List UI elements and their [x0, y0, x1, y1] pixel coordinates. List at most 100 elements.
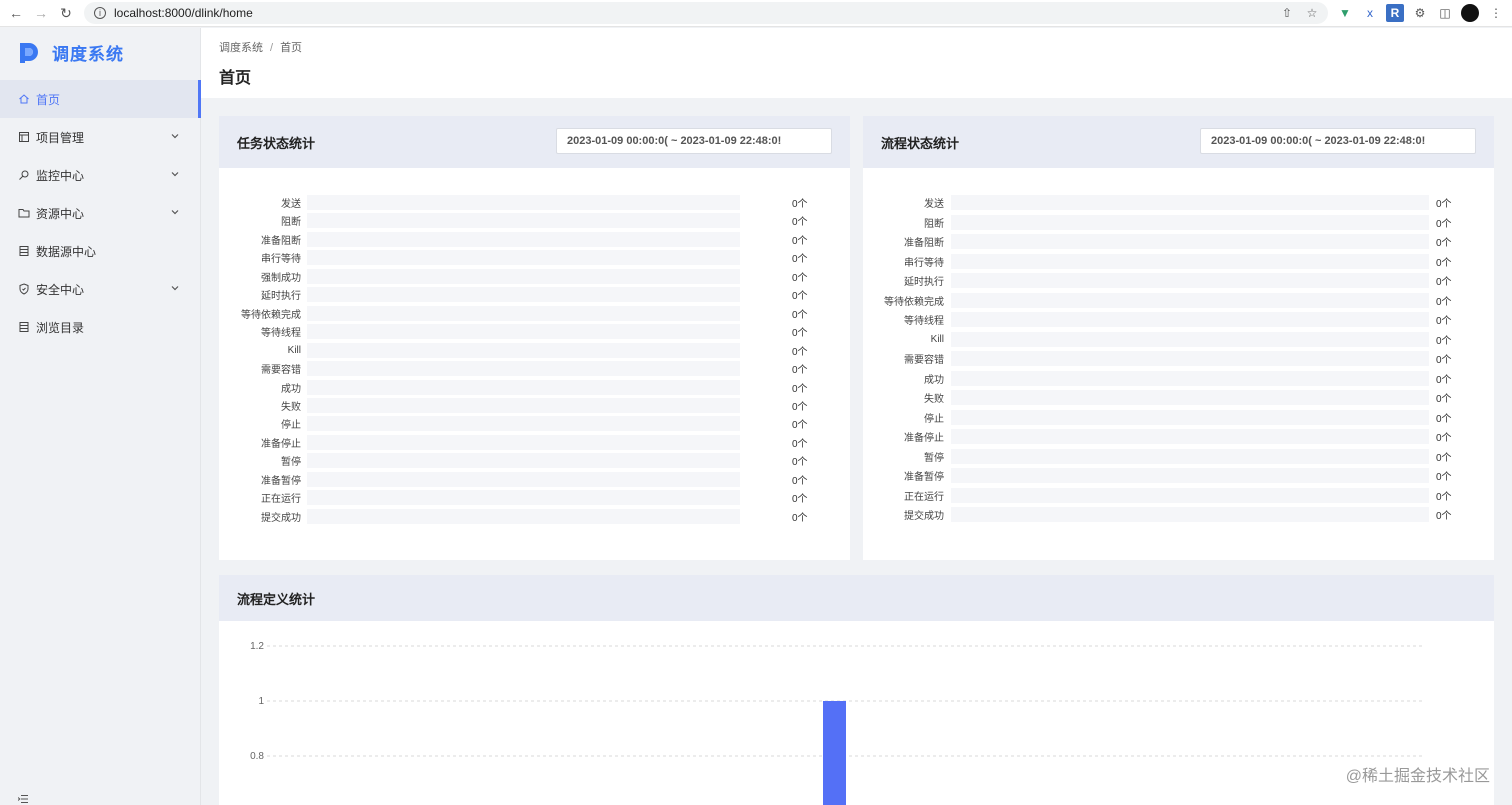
status-bar-track [307, 434, 740, 450]
status-row: 阻断 0个 [219, 213, 850, 229]
bookmark-star-icon[interactable]: ☆ [1303, 4, 1321, 22]
extension-r-icon[interactable]: R [1386, 4, 1404, 22]
status-row: 发送 0个 [219, 195, 850, 210]
status-row: 准备暂停 0个 [219, 471, 850, 487]
status-bar-track [951, 390, 1429, 405]
sidebar-collapse-icon[interactable] [18, 794, 28, 804]
side-panel-icon[interactable]: ◫ [1436, 4, 1454, 22]
status-label: 准备阻断 [904, 238, 944, 249]
status-bar-track [951, 273, 1429, 288]
status-count: 0个 [792, 291, 808, 303]
sidebar-item-catalog[interactable]: 浏览目录 [0, 308, 201, 346]
status-bar-track [307, 213, 740, 229]
app-logo[interactable]: 调度系统 [18, 40, 124, 65]
status-count: 0个 [792, 512, 808, 524]
status-bar-track [307, 416, 740, 432]
status-label: 停止 [924, 413, 944, 425]
status-count: 0个 [1436, 452, 1452, 464]
status-row: 发送 0个 [863, 195, 1494, 210]
status-label: 成功 [924, 374, 944, 386]
status-row: 停止 0个 [219, 416, 850, 432]
status-row: 准备暂停 0个 [863, 468, 1494, 483]
task-date-range-picker[interactable]: 2023-01-09 00:00:0( ~ 2023-01-09 22:48:0… [556, 128, 832, 154]
status-bar-track [951, 214, 1429, 230]
status-count: 0个 [1436, 257, 1452, 269]
forward-icon[interactable]: → [29, 1, 53, 25]
catalog-icon [19, 322, 29, 332]
status-bar-track [951, 487, 1429, 503]
status-bar-track [951, 234, 1429, 249]
status-label: 需要容错 [261, 365, 301, 377]
chart-bar[interactable] [823, 701, 846, 805]
sidebar-item-monitor[interactable]: 监控中心 [0, 156, 201, 194]
share-icon[interactable]: ⇧ [1278, 4, 1296, 22]
task-status-header: 任务状态统计 2023-01-09 00:00:0( ~ 2023-01-09 … [219, 116, 850, 168]
status-label: 失败 [281, 401, 301, 413]
extensions-puzzle-icon[interactable]: ⚙ [1411, 4, 1429, 22]
extension-x-icon[interactable]: x [1361, 4, 1379, 22]
sidebar-item-security[interactable]: 安全中心 [0, 270, 201, 308]
sidebar-item-home[interactable]: 首页 [0, 80, 201, 118]
watermark-text: @稀土掘金技术社区 [1345, 768, 1490, 785]
status-label: 正在运行 [904, 491, 944, 503]
home-icon [19, 94, 29, 104]
status-label: 准备暂停 [904, 472, 944, 483]
process-date-range-picker[interactable]: 2023-01-09 00:00:0( ~ 2023-01-09 22:48:0… [1200, 128, 1476, 154]
status-row: 准备阻断 0个 [219, 231, 850, 247]
reload-icon[interactable]: ↻ [54, 1, 78, 25]
status-row: 需要容错 0个 [219, 361, 850, 377]
status-label: 等待依赖完成 [241, 309, 301, 321]
status-label: 发送 [281, 199, 301, 210]
sidebar-item-label: 安全中心 [36, 282, 85, 297]
monitor-icon [19, 170, 29, 180]
status-bar-track [951, 507, 1429, 522]
status-label: 失败 [924, 394, 944, 405]
chart-ytick-label: 0.8 [250, 751, 264, 762]
status-row: Kill 0个 [863, 331, 1494, 347]
breadcrumb-root[interactable]: 调度系统 [219, 42, 263, 54]
status-row: 提交成功 0个 [863, 507, 1494, 522]
browser-toolbar: ← → ↻ i localhost:8000/dlink/home ⇧ ☆ ▼ … [0, 0, 1512, 27]
status-row: 强制成功 0个 [219, 268, 850, 284]
task-status-card: 任务状态统计 2023-01-09 00:00:0( ~ 2023-01-09 … [219, 116, 850, 560]
status-row: 暂停 0个 [219, 453, 850, 469]
status-count: 0个 [792, 475, 808, 487]
status-bar-track [307, 305, 740, 321]
site-info-icon[interactable]: i [94, 7, 106, 19]
sidebar-menu: 首页 项目管理 监控中心 资源中心 数据源中心 安全中心 浏览目录 [0, 80, 201, 346]
status-bar-track [307, 471, 740, 487]
status-label: 延时执行 [904, 277, 944, 288]
status-label: 成功 [281, 383, 301, 395]
task-date-range-value: 2023-01-09 00:00:0( ~ 2023-01-09 22:48:0… [567, 135, 782, 147]
browser-menu-icon[interactable]: ⋮ [1487, 4, 1505, 22]
chart-ytick-label: 1 [258, 696, 264, 707]
sidebar: 调度系统 首页 项目管理 监控中心 资源中心 数据源中心 安全中心 浏览目录 [0, 28, 201, 805]
sidebar-item-resource[interactable]: 资源中心 [0, 194, 201, 232]
status-count: 0个 [792, 328, 808, 340]
status-count: 0个 [792, 494, 808, 506]
vue-devtools-icon[interactable]: ▼ [1336, 4, 1354, 22]
status-row: 延时执行 0个 [219, 287, 850, 303]
status-bar-track [307, 268, 740, 284]
status-bar-track [951, 253, 1429, 269]
status-bar-track [307, 342, 740, 358]
status-count: 0个 [1436, 355, 1452, 366]
status-label: 等待线程 [261, 328, 301, 340]
status-bar-track [951, 468, 1429, 483]
chevron-down-icon [171, 210, 179, 215]
status-bar-track [307, 508, 740, 524]
status-row: 串行等待 0个 [219, 250, 850, 266]
status-bar-track [951, 331, 1429, 347]
sidebar-item-datasource[interactable]: 数据源中心 [0, 232, 201, 270]
status-count: 0个 [1436, 238, 1452, 249]
status-count: 0个 [1436, 511, 1452, 522]
status-count: 0个 [792, 199, 808, 210]
status-count: 0个 [1436, 472, 1452, 483]
status-bar-track [951, 370, 1429, 386]
back-icon[interactable]: ← [4, 1, 28, 25]
address-bar[interactable]: i localhost:8000/dlink/home [84, 2, 1328, 24]
profile-avatar[interactable] [1461, 4, 1479, 22]
sidebar-item-project[interactable]: 项目管理 [0, 118, 201, 156]
status-count: 0个 [1436, 335, 1452, 347]
definition-stats-header: 流程定义统计 [219, 575, 1494, 621]
